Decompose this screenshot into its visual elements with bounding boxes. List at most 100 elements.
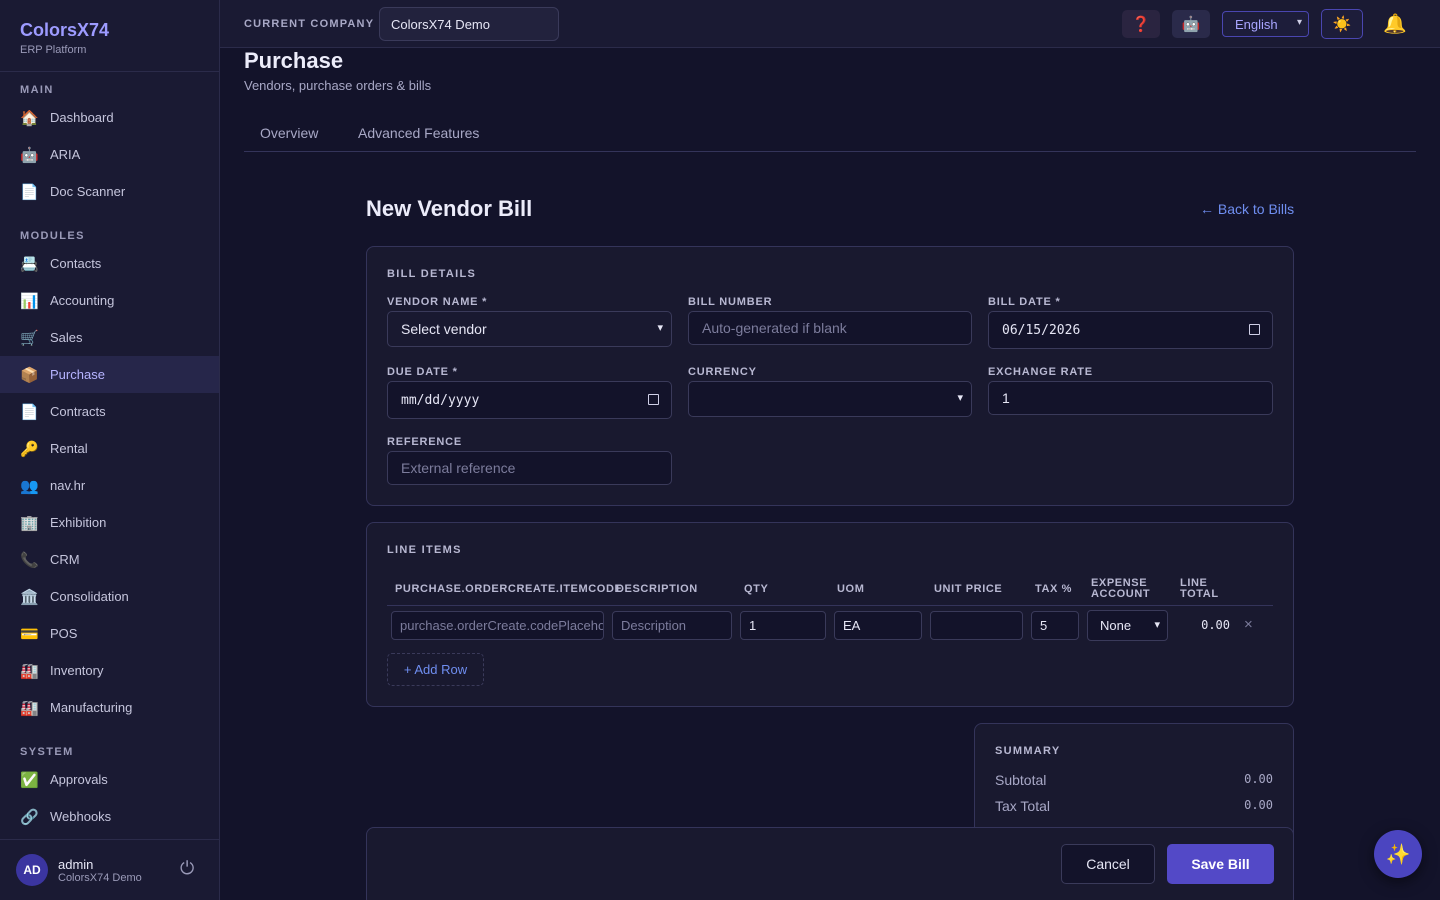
brand-name: ColorsX74 — [20, 20, 110, 40]
header-line: TOTAL — [1180, 588, 1219, 600]
chevron-down-icon: ▾ — [1296, 17, 1302, 28]
form-footer: Cancel Save Bill — [366, 827, 1294, 900]
sidebar-item-exhibition[interactable]: 🏢 Exhibition — [0, 504, 219, 541]
topbar: CURRENT COMPANY ColorsX74 Demo ❓ 🤖 Engli… — [220, 0, 1440, 48]
uom-input[interactable]: EA — [834, 611, 922, 640]
divider — [0, 71, 219, 72]
sidebar-item-sales[interactable]: 🛒 Sales — [0, 319, 219, 356]
header-line: ACCOUNT — [1091, 588, 1151, 600]
theme-toggle[interactable]: ☀️ — [1321, 9, 1363, 39]
notifications-button[interactable]: 🔔 — [1380, 10, 1410, 38]
sidebar-item-label: CRM — [50, 552, 80, 567]
company-selector[interactable]: ColorsX74 Demo — [379, 7, 559, 41]
expense-account-select[interactable]: None ▾ — [1087, 610, 1168, 641]
document-icon: 📄 — [20, 403, 39, 421]
sidebar-item-contracts[interactable]: 📄 Contracts — [0, 393, 219, 430]
cancel-button[interactable]: Cancel — [1061, 844, 1155, 884]
sidebar-item-doc-scanner[interactable]: 📄 Doc Scanner — [0, 173, 219, 210]
back-to-bills-link[interactable]: ← Back to Bills — [1200, 201, 1294, 217]
bill-details-card: BILL DETAILS VENDOR NAME * Select vendor… — [366, 246, 1294, 506]
description-input[interactable]: Description — [612, 611, 732, 640]
item-code-input[interactable]: purchase.orderCreate.codePlaceholder — [391, 611, 604, 640]
calendar-icon[interactable] — [648, 394, 659, 405]
sidebar-item-label: Contacts — [50, 256, 102, 271]
sidebar-item-pos[interactable]: 💳 POS — [0, 615, 219, 652]
exchange-rate-input[interactable]: 1 — [988, 381, 1273, 415]
reference-input[interactable]: External reference — [387, 451, 672, 485]
current-company-label: CURRENT COMPANY — [244, 18, 375, 30]
sidebar-item-crm[interactable]: 📞 CRM — [0, 541, 219, 578]
power-icon[interactable]: ⏻ — [180, 858, 194, 879]
language-value: English — [1235, 16, 1278, 32]
bill-number-placeholder: Auto-generated if blank — [702, 320, 847, 336]
column-header-uom: UOM — [837, 583, 865, 595]
building-icon: 🏢 — [20, 514, 39, 532]
sidebar-item-approvals[interactable]: ✅ Approvals — [0, 761, 219, 798]
bell-icon: 🔔 — [1383, 14, 1407, 35]
section-label-modules: MODULES — [20, 230, 85, 242]
vendor-select[interactable]: Select vendor ▾ — [387, 311, 672, 347]
description-placeholder: Description — [621, 618, 687, 633]
tab-overview[interactable]: Overview — [260, 125, 318, 141]
brand[interactable]: ColorsX74 ERP Platform — [20, 20, 109, 56]
save-bill-button[interactable]: Save Bill — [1167, 844, 1274, 884]
sidebar: ColorsX74 ERP Platform MAIN 🏠 Dashboard 🤖… — [0, 0, 220, 900]
sidebar-item-rental[interactable]: 🔑 Rental — [0, 430, 219, 467]
sidebar-item-aria[interactable]: 🤖 ARIA — [0, 136, 219, 173]
tab-advanced-features[interactable]: Advanced Features — [358, 125, 479, 141]
section-title: SUMMARY — [995, 745, 1061, 757]
sidebar-item-consolidation[interactable]: 🏛️ Consolidation — [0, 578, 219, 615]
sidebar-item-label: Webhooks — [50, 809, 112, 824]
column-header-tax: TAX % — [1035, 583, 1073, 595]
sidebar-item-accounting[interactable]: 📊 Accounting — [0, 282, 219, 319]
package-icon: 📦 — [20, 366, 39, 384]
assistant-button[interactable]: 🤖 — [1172, 10, 1210, 38]
card-index-icon: 📇 — [20, 255, 39, 273]
currency-label: CURRENCY — [688, 366, 757, 378]
question-icon: ❓ — [1131, 16, 1151, 33]
sidebar-item-dashboard[interactable]: 🏠 Dashboard — [0, 99, 219, 136]
subtotal-value: 0.00 — [1244, 772, 1273, 786]
tax-input[interactable]: 5 — [1031, 611, 1079, 640]
help-button[interactable]: ❓ — [1122, 10, 1160, 38]
sidebar-item-webhooks[interactable]: 🔗 Webhooks — [0, 798, 219, 835]
sidebar-item-contacts[interactable]: 📇 Contacts — [0, 245, 219, 282]
avatar[interactable]: AD — [16, 854, 48, 886]
bill-date-input[interactable]: 06/15/2026 — [988, 311, 1273, 349]
ai-assistant-fab[interactable]: ✨ — [1374, 830, 1422, 878]
remove-row-icon[interactable]: × — [1244, 616, 1253, 633]
unit-price-input[interactable] — [930, 611, 1023, 640]
sidebar-item-label: ARIA — [50, 147, 81, 162]
check-mark-icon: ✅ — [20, 771, 39, 789]
sidebar-item-label: nav.hr — [50, 478, 86, 493]
reference-label: REFERENCE — [387, 436, 463, 448]
due-date-input[interactable]: mm/dd/yyyy — [387, 381, 672, 419]
bill-number-input[interactable]: Auto-generated if blank — [688, 311, 972, 345]
due-date-value: mm/dd/yyyy — [401, 392, 480, 408]
qty-input[interactable]: 1 — [740, 611, 826, 640]
sidebar-item-inventory[interactable]: 🏭 Inventory — [0, 652, 219, 689]
sidebar-item-hr[interactable]: 👥 nav.hr — [0, 467, 219, 504]
chevron-down-icon: ▾ — [1154, 619, 1160, 631]
bill-date-value: 06/15/2026 — [1002, 322, 1081, 338]
add-row-button[interactable]: + Add Row — [387, 653, 484, 686]
calendar-icon[interactable] — [1249, 324, 1260, 335]
document-icon: 📄 — [20, 183, 39, 201]
sidebar-item-manufacturing[interactable]: 🏭 Manufacturing — [0, 689, 219, 726]
link-icon: 🔗 — [20, 808, 39, 826]
section-title: LINE ITEMS — [387, 544, 462, 556]
user-name: admin — [58, 857, 94, 872]
language-select[interactable]: English ▾ — [1222, 11, 1309, 37]
sun-icon: ☀️ — [1332, 16, 1352, 33]
bill-number-label: BILL NUMBER — [688, 296, 773, 308]
brand-subtitle: ERP Platform — [20, 44, 87, 56]
sidebar-item-label: Approvals — [50, 772, 108, 787]
bill-date-label: BILL DATE * — [988, 296, 1061, 308]
sidebar-item-label: Doc Scanner — [50, 184, 126, 199]
subtotal-label: Subtotal — [995, 772, 1047, 788]
bank-icon: 🏛️ — [20, 588, 39, 606]
people-icon: 👥 — [20, 477, 39, 495]
robot-icon: 🤖 — [20, 146, 39, 164]
currency-select[interactable]: ▾ — [688, 381, 972, 417]
sidebar-item-purchase[interactable]: 📦 Purchase — [0, 356, 219, 393]
